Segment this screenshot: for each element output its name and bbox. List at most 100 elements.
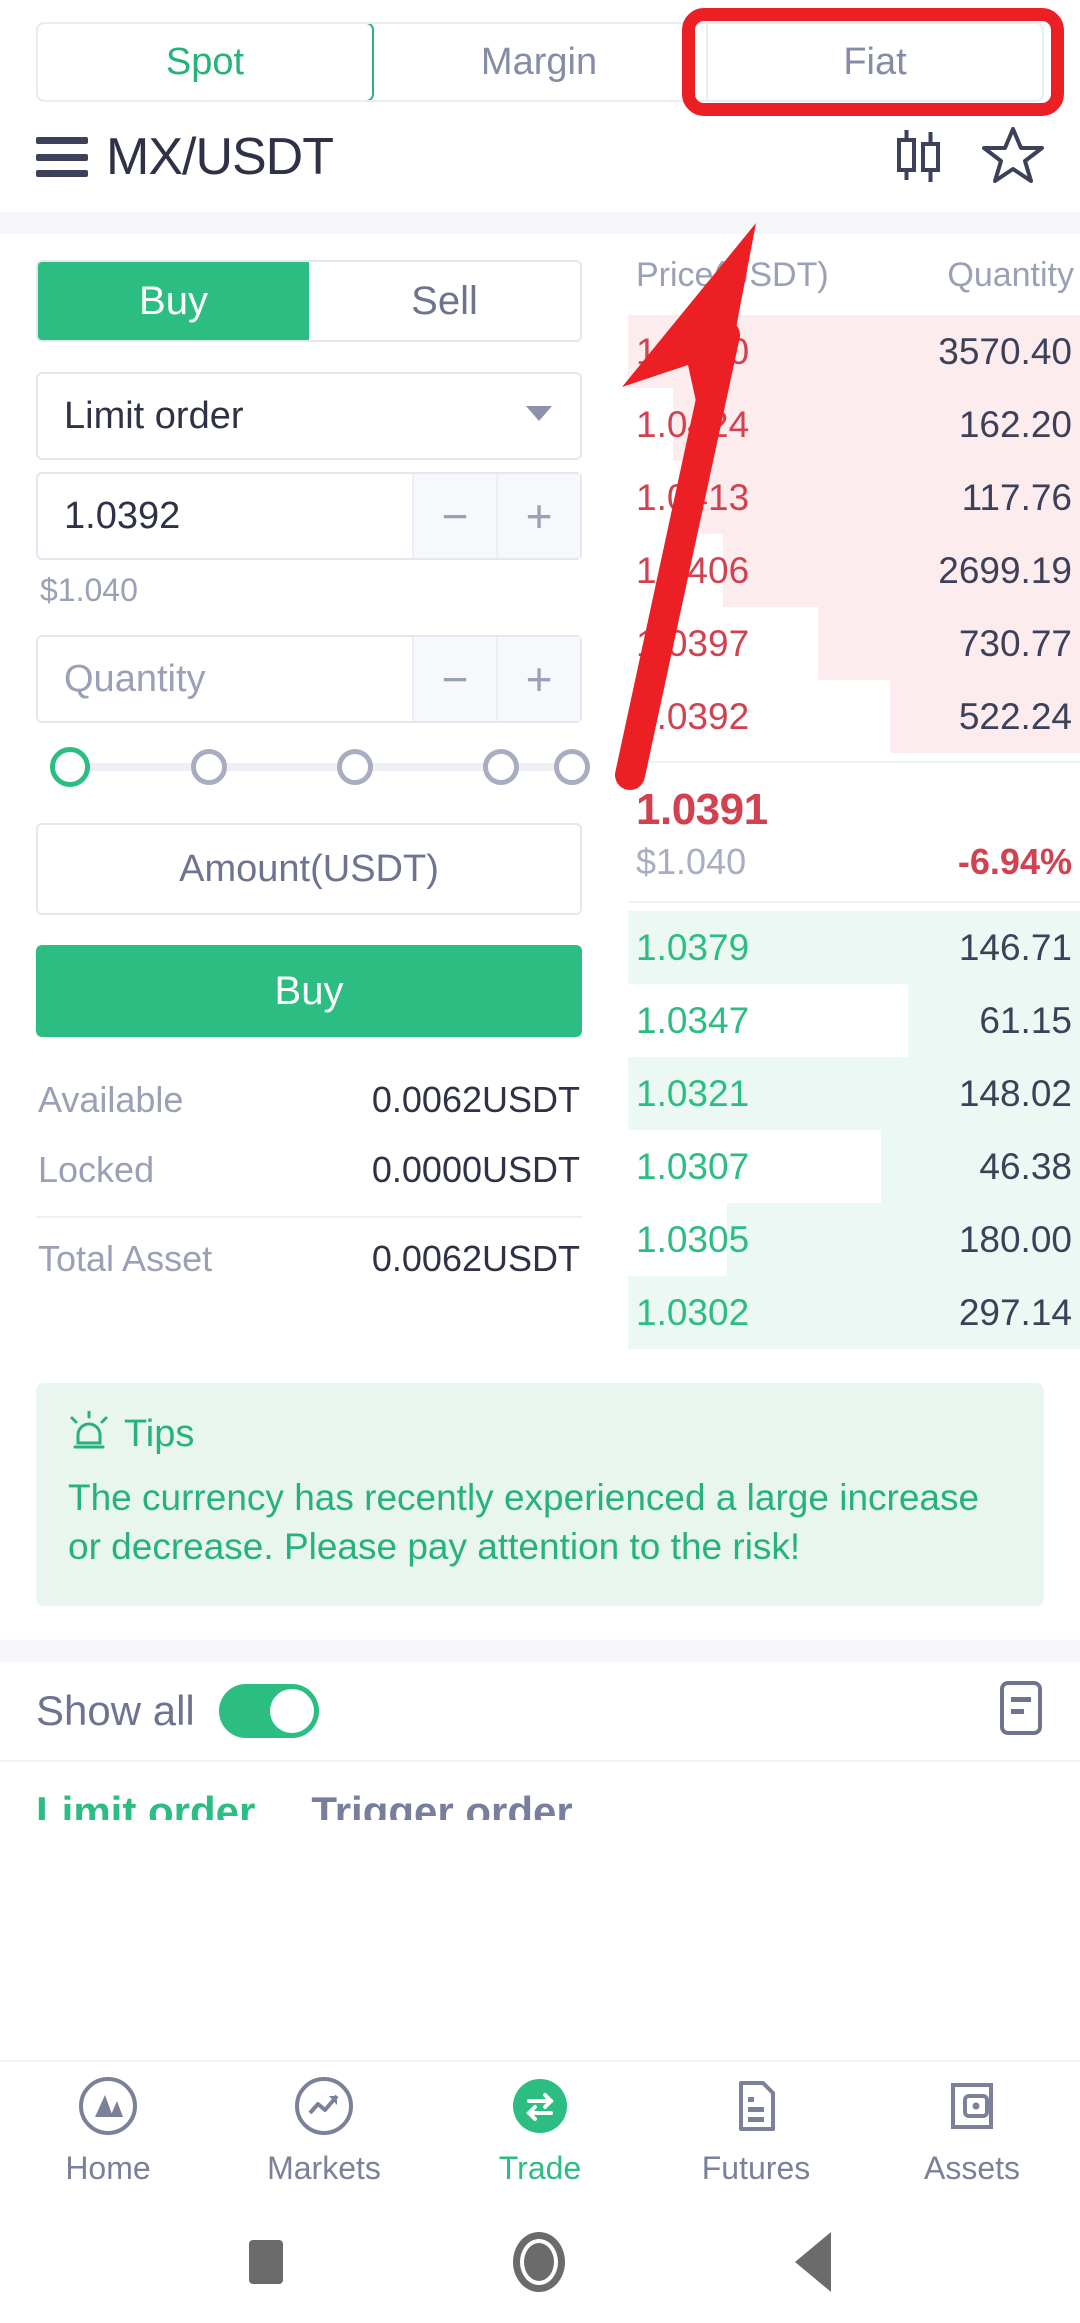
tab-margin[interactable]: Margin: [372, 24, 708, 100]
quantity-input-row[interactable]: Quantity − +: [36, 635, 582, 723]
orderbook-header: Price(USDT) Quantity: [628, 256, 1080, 295]
orderbook-row-bid[interactable]: 1.0307 46.38: [628, 1130, 1080, 1204]
chevron-down-icon: [526, 405, 580, 427]
order-type-select[interactable]: Limit order: [36, 372, 582, 460]
bid-quantity: 297.14: [958, 1291, 1072, 1333]
price-minus-button[interactable]: −: [412, 474, 496, 558]
orderbook-row-ask[interactable]: 1.0406 2699.19: [628, 534, 1080, 608]
page-title[interactable]: MX/USDT: [106, 127, 334, 187]
submit-buy-label: Buy: [274, 968, 344, 1013]
ask-price: 1.0397: [636, 622, 750, 664]
order-list-icon[interactable]: [998, 1680, 1044, 1741]
total-asset-value: 0.0062USDT: [371, 1237, 580, 1279]
locked-value: 0.0000USDT: [371, 1149, 580, 1191]
tab-fiat[interactable]: Fiat: [708, 24, 1042, 100]
percent-step-100[interactable]: [554, 749, 590, 785]
bid-quantity: 146.71: [958, 926, 1072, 968]
orderbook-row-ask[interactable]: 1.0392 522.24: [628, 680, 1080, 754]
price-input[interactable]: 1.0392: [38, 495, 412, 538]
star-outline-icon[interactable]: [982, 125, 1044, 190]
price-input-row[interactable]: 1.0392 − +: [36, 472, 582, 560]
nav-label-trade: Trade: [498, 2150, 582, 2186]
tab-spot[interactable]: Spot: [38, 24, 374, 100]
document-icon: [725, 2075, 787, 2142]
percent-step-50[interactable]: [337, 749, 373, 785]
nav-item-trade[interactable]: Trade: [432, 2075, 648, 2187]
bid-quantity: 61.15: [979, 999, 1072, 1041]
home-circle-icon[interactable]: [513, 2231, 565, 2292]
market-tabs: Spot Margin Fiat: [36, 22, 1044, 102]
orderbook-row-bid[interactable]: 1.0347 61.15: [628, 984, 1080, 1058]
balance-row-locked: Locked 0.0000USDT: [36, 1135, 582, 1205]
nav-label-futures: Futures: [701, 2150, 811, 2186]
last-price-fiat: $1.040: [636, 841, 747, 883]
nav-item-home[interactable]: Home: [0, 2075, 216, 2187]
tips-title: Tips: [124, 1413, 195, 1456]
nav-label-home: Home: [65, 2150, 151, 2186]
trade-body: Buy Sell Limit order 1.0392 − + $1.040 Q…: [0, 234, 1080, 1350]
side-tabs: Buy Sell: [36, 260, 582, 342]
orderbook-panel: Price(USDT) Quantity 1.0440 3570.40 1.042…: [618, 234, 1080, 1350]
orderbook-row-bid[interactable]: 1.0305 180.00: [628, 1203, 1080, 1277]
balance-divider: [36, 1215, 582, 1218]
ask-price: 1.0413: [636, 476, 750, 518]
quantity-plus-button[interactable]: +: [496, 637, 580, 721]
tab-sell[interactable]: Sell: [309, 262, 580, 340]
tab-buy[interactable]: Buy: [38, 262, 309, 340]
quantity-stepper: − +: [412, 637, 580, 721]
submit-buy-button[interactable]: Buy: [36, 945, 582, 1037]
orderbook-row-ask[interactable]: 1.0413 117.76: [628, 461, 1080, 535]
show-all-toggle[interactable]: [218, 1683, 319, 1738]
tab-fiat-label: Fiat: [843, 40, 907, 83]
percent-step-75[interactable]: [483, 749, 519, 785]
bid-price: 1.0379: [636, 926, 750, 968]
bid-price: 1.0305: [636, 1218, 750, 1260]
quantity-minus-button[interactable]: −: [412, 637, 496, 721]
orderbook-asks: 1.0440 3570.40 1.0424 162.20 1.0413 117.76 …: [628, 315, 1080, 754]
percent-step-25[interactable]: [191, 749, 227, 785]
order-type-value: Limit order: [64, 394, 244, 437]
bid-quantity: 148.02: [958, 1072, 1072, 1114]
nav-label-markets: Markets: [267, 2150, 381, 2186]
orderbook-row-ask[interactable]: 1.0440 3570.40: [628, 315, 1080, 389]
price-plus-button[interactable]: +: [496, 474, 580, 558]
android-system-nav: [0, 2200, 1080, 2323]
hamburger-icon[interactable]: [36, 137, 88, 177]
back-triangle-icon[interactable]: [795, 2231, 831, 2292]
candlestick-chart-icon[interactable]: [890, 126, 946, 189]
orderbook-row-bid[interactable]: 1.0302 297.14: [628, 1276, 1080, 1350]
total-asset-label: Total Asset: [38, 1237, 213, 1279]
last-price-value: 1.0391: [636, 785, 768, 835]
bid-price: 1.0307: [636, 1145, 750, 1187]
orderbook-row-bid[interactable]: 1.0379 146.71: [628, 911, 1080, 985]
amount-input[interactable]: Amount(USDT): [36, 823, 582, 915]
orderbook-price-header: Price(USDT): [636, 256, 829, 294]
ask-price: 1.0392: [636, 695, 750, 737]
section-divider: [0, 212, 1080, 234]
ask-price: 1.0440: [636, 330, 750, 372]
swap-arrows-icon: [509, 2075, 571, 2142]
orderbook-row-bid[interactable]: 1.0321 148.02: [628, 1057, 1080, 1131]
nav-item-futures[interactable]: Futures: [648, 2075, 864, 2187]
percent-slider[interactable]: [46, 735, 590, 799]
quantity-input[interactable]: Quantity: [38, 658, 412, 701]
ask-price: 1.0424: [636, 403, 750, 445]
orderbook-last-price: 1.0391 $1.040 -6.94%: [628, 761, 1080, 904]
tab-trigger-order[interactable]: Trigger order: [311, 1788, 572, 1820]
order-form-panel: Buy Sell Limit order 1.0392 − + $1.040 Q…: [0, 234, 618, 1349]
price-fiat-value: $1.040: [40, 572, 138, 608]
orderbook-quantity-header: Quantity: [947, 256, 1074, 294]
nav-item-markets[interactable]: Markets: [216, 2075, 432, 2187]
nav-item-assets[interactable]: Assets: [864, 2075, 1080, 2187]
tips-banner: Tips The currency has recently experienc…: [36, 1383, 1044, 1606]
orderbook-row-ask[interactable]: 1.0397 730.77: [628, 607, 1080, 681]
recents-square-icon[interactable]: [249, 2239, 283, 2284]
tab-limit-order[interactable]: Limit order: [36, 1788, 255, 1820]
balance-row-available: Available 0.0062USDT: [36, 1065, 582, 1135]
bid-quantity: 180.00: [958, 1218, 1072, 1260]
amount-placeholder: Amount(USDT): [179, 847, 439, 890]
orderbook-row-ask[interactable]: 1.0424 162.20: [628, 388, 1080, 462]
section-divider-2: [0, 1639, 1080, 1662]
wallet-icon: [941, 2075, 1003, 2142]
percent-step-0[interactable]: [50, 747, 90, 787]
